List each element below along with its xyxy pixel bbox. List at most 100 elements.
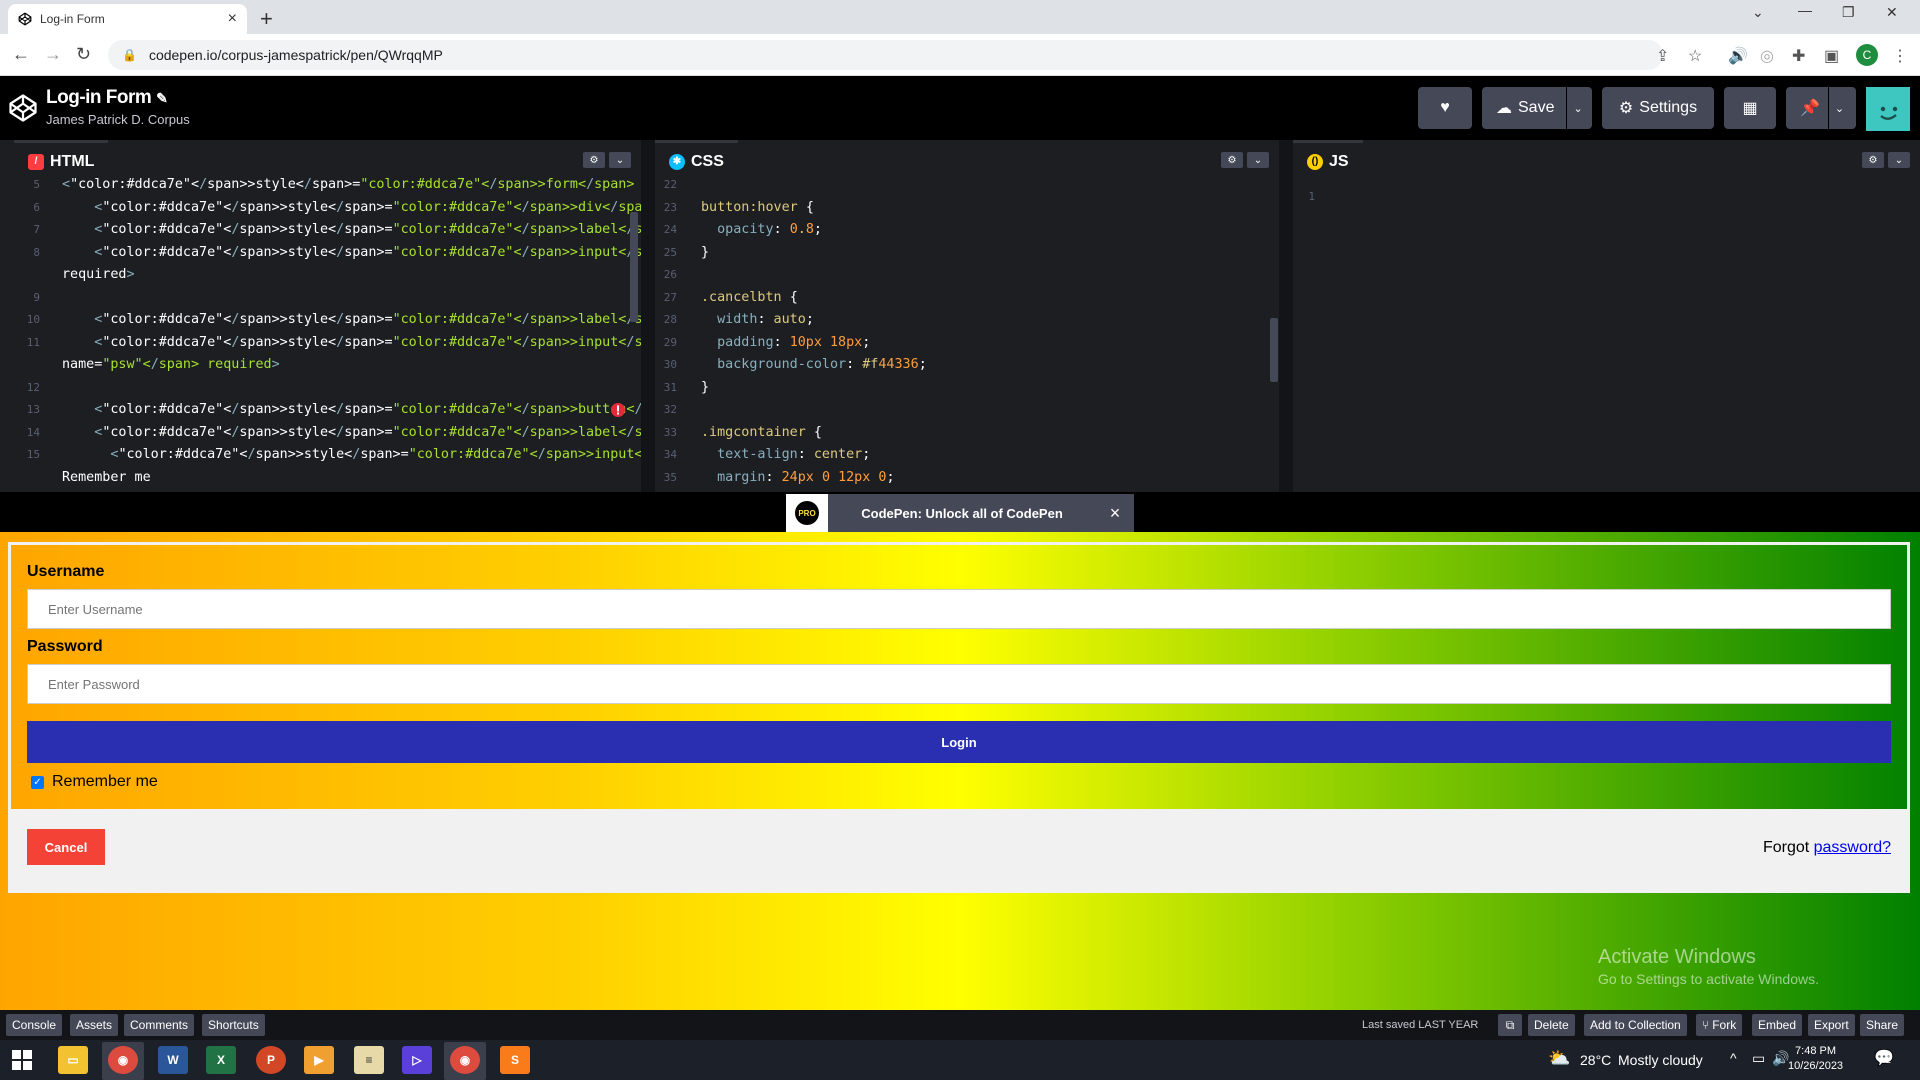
code-line[interactable]: background-color: #f44336; bbox=[701, 354, 927, 377]
system-clock[interactable]: 7:48 PM 10/26/2023 bbox=[1788, 1044, 1843, 1074]
tab-close-icon[interactable]: × bbox=[228, 10, 237, 28]
extension-icon[interactable]: ◎ bbox=[1760, 46, 1774, 66]
share-icon[interactable]: ⇪ bbox=[1656, 46, 1669, 66]
html-settings-gear-icon[interactable]: ⚙ bbox=[583, 152, 605, 168]
pin-dropdown-chevron-icon[interactable]: ⌄ bbox=[1835, 102, 1844, 115]
export-button[interactable]: Export bbox=[1808, 1014, 1855, 1036]
share-button[interactable]: Share bbox=[1860, 1014, 1905, 1036]
promo-text[interactable]: CodePen: Unlock all of CodePen bbox=[828, 506, 1096, 521]
pen-author[interactable]: James Patrick D. Corpus bbox=[46, 112, 190, 127]
code-line[interactable] bbox=[62, 377, 641, 400]
html-collapse-chevron-icon[interactable]: ⌄ bbox=[609, 152, 631, 168]
tab-search-icon[interactable]: ⌄ bbox=[1752, 4, 1764, 21]
css-code-area[interactable]: 22 23 24 25 26 27 28 29 30 31 32 33 34 35 button:hove… bbox=[655, 178, 1279, 492]
new-tab-button[interactable]: + bbox=[260, 6, 273, 32]
weather-text[interactable]: Mostly cloudy bbox=[1618, 1052, 1703, 1068]
code-line[interactable]: <"color:#ddca7e"</span>>style</span>="co… bbox=[62, 242, 641, 265]
css-collapse-chevron-icon[interactable]: ⌄ bbox=[1247, 152, 1269, 168]
code-line[interactable] bbox=[62, 287, 641, 310]
code-line[interactable] bbox=[701, 399, 927, 422]
chrome-icon[interactable]: ◉ bbox=[108, 1046, 138, 1074]
code-line[interactable] bbox=[701, 174, 927, 197]
word-icon[interactable]: W bbox=[158, 1046, 188, 1074]
media-player-icon[interactable]: ▶ bbox=[304, 1046, 334, 1074]
delete-button[interactable]: Delete bbox=[1528, 1014, 1575, 1036]
side-panel-icon[interactable]: ▣ bbox=[1824, 46, 1839, 66]
browser-menu-icon[interactable]: ⋮ bbox=[1892, 46, 1908, 66]
code-line[interactable]: <"color:#ddca7e"</span>>style</span>="co… bbox=[62, 444, 641, 467]
code-line[interactable]: padding: 10px 18px; bbox=[701, 332, 927, 355]
code-line[interactable]: <"color:#ddca7e"</span>>style</span>="co… bbox=[62, 197, 641, 220]
code-line[interactable]: <"color:#ddca7e"</span>>style</span>="co… bbox=[62, 422, 641, 445]
app-launcher-icon[interactable]: ▷ bbox=[402, 1046, 432, 1074]
code-line[interactable]: } bbox=[701, 242, 927, 265]
open-external-icon[interactable]: ⧉ bbox=[1498, 1014, 1522, 1036]
excel-icon[interactable]: X bbox=[206, 1046, 236, 1074]
code-line[interactable]: text-align: center; bbox=[701, 444, 927, 467]
code-line[interactable]: <"color:#ddca7e"</span>>style</span>="co… bbox=[62, 332, 641, 355]
weather-temp[interactable]: 28°C bbox=[1580, 1052, 1611, 1068]
fork-button[interactable]: ⑂ Fork bbox=[1696, 1014, 1743, 1036]
remember-checkbox[interactable]: ✓ bbox=[31, 775, 44, 789]
username-input[interactable]: Enter Username bbox=[27, 589, 1891, 629]
code-line[interactable]: <"color:#ddca7e"</span>>style</span>="co… bbox=[62, 309, 641, 332]
settings-button[interactable]: ⚙ Settings bbox=[1602, 87, 1714, 129]
layout-button[interactable]: ▦ bbox=[1724, 87, 1776, 129]
promo-close-icon[interactable]: × bbox=[1096, 503, 1134, 524]
bookmark-star-icon[interactable]: ☆ bbox=[1688, 46, 1702, 66]
assets-button[interactable]: Assets bbox=[70, 1014, 119, 1036]
code-line[interactable]: required> bbox=[62, 264, 641, 287]
code-line[interactable]: Remember me bbox=[62, 467, 641, 490]
code-line[interactable] bbox=[701, 264, 927, 287]
promo-banner[interactable]: PRO CodePen: Unlock all of CodePen × bbox=[786, 494, 1134, 532]
profile-avatar[interactable]: C bbox=[1856, 44, 1878, 66]
code-line[interactable]: .cancelbtn { bbox=[701, 287, 927, 310]
code-line[interactable]: name="psw"</span> required> bbox=[62, 354, 641, 377]
user-avatar[interactable] bbox=[1866, 87, 1910, 131]
error-icon[interactable] bbox=[610, 402, 626, 418]
js-settings-gear-icon[interactable]: ⚙ bbox=[1862, 152, 1884, 168]
codepen-logo-icon[interactable] bbox=[8, 93, 38, 123]
pane-resizer[interactable] bbox=[1279, 140, 1293, 492]
code-line[interactable]: <"color:#ddca7e"</span>>style</span>="co… bbox=[62, 219, 641, 242]
powerpoint-icon[interactable]: P bbox=[256, 1046, 286, 1074]
pane-resizer[interactable] bbox=[641, 140, 655, 492]
code-line[interactable]: } bbox=[701, 377, 927, 400]
console-button[interactable]: Console bbox=[6, 1014, 63, 1036]
back-icon[interactable]: ← bbox=[12, 44, 30, 65]
network-icon[interactable]: ▭ bbox=[1752, 1050, 1765, 1067]
html-code[interactable]: <"color:#ddca7e"</span>>style</span>="co… bbox=[62, 174, 641, 489]
chrome-profile-icon[interactable]: ◉ bbox=[450, 1046, 480, 1074]
remember-me[interactable]: ✓ Remember me bbox=[31, 773, 158, 791]
code-line[interactable]: .imgcontainer { bbox=[701, 422, 927, 445]
css-code[interactable]: button:hover { opacity: 0.8;} .cancelbtn… bbox=[701, 174, 927, 489]
browser-tab[interactable]: Log-in Form × bbox=[8, 4, 247, 34]
js-collapse-chevron-icon[interactable]: ⌄ bbox=[1888, 152, 1910, 168]
code-line[interactable]: margin: 24px 0 12px 0; bbox=[701, 467, 927, 490]
forward-icon[interactable]: → bbox=[44, 44, 62, 65]
notification-icon[interactable]: 💬2 bbox=[1874, 1048, 1894, 1068]
weather-icon[interactable]: ⛅ bbox=[1548, 1048, 1570, 1069]
cancel-button[interactable]: Cancel bbox=[27, 829, 105, 865]
window-close-icon[interactable]: ✕ bbox=[1886, 4, 1898, 21]
html-scrollbar[interactable] bbox=[630, 212, 638, 322]
address-bar[interactable]: 🔒 codepen.io/corpus-jamespatrick/pen/QWr… bbox=[108, 40, 1663, 70]
password-input[interactable]: Enter Password bbox=[27, 664, 1891, 704]
code-line[interactable]: <"color:#ddca7e"</span>>style</span>="co… bbox=[62, 174, 641, 197]
pen-title[interactable]: Log-in Form ✎ bbox=[46, 87, 168, 109]
save-dropdown-chevron-icon[interactable]: ⌄ bbox=[1573, 102, 1582, 115]
code-line[interactable]: opacity: 0.8; bbox=[701, 219, 927, 242]
code-line[interactable]: <"color:#ddca7e"</span>>style</span>="co… bbox=[62, 399, 641, 422]
comments-button[interactable]: Comments bbox=[124, 1014, 195, 1036]
html-code-area[interactable]: 5 6 7 8 9 10 11 12 13 14 15 <"color:#ddca7e"</sp… bbox=[14, 177, 641, 492]
add-to-collection-button[interactable]: Add to Collection bbox=[1584, 1014, 1687, 1036]
embed-button[interactable]: Embed bbox=[1752, 1014, 1803, 1036]
reload-icon[interactable]: ↻ bbox=[76, 44, 91, 65]
forgot-password-link[interactable]: password? bbox=[1814, 839, 1891, 856]
pin-button[interactable]: 📌 ⌄ bbox=[1786, 87, 1856, 129]
sublime-text-icon[interactable]: S bbox=[500, 1046, 530, 1074]
save-button[interactable]: ☁ Save ⌄ bbox=[1482, 87, 1592, 129]
file-explorer-icon[interactable]: ▭ bbox=[58, 1046, 88, 1074]
extensions-puzzle-icon[interactable]: ✚ bbox=[1792, 46, 1805, 66]
js-code-area[interactable]: 1 bbox=[1293, 180, 1920, 492]
